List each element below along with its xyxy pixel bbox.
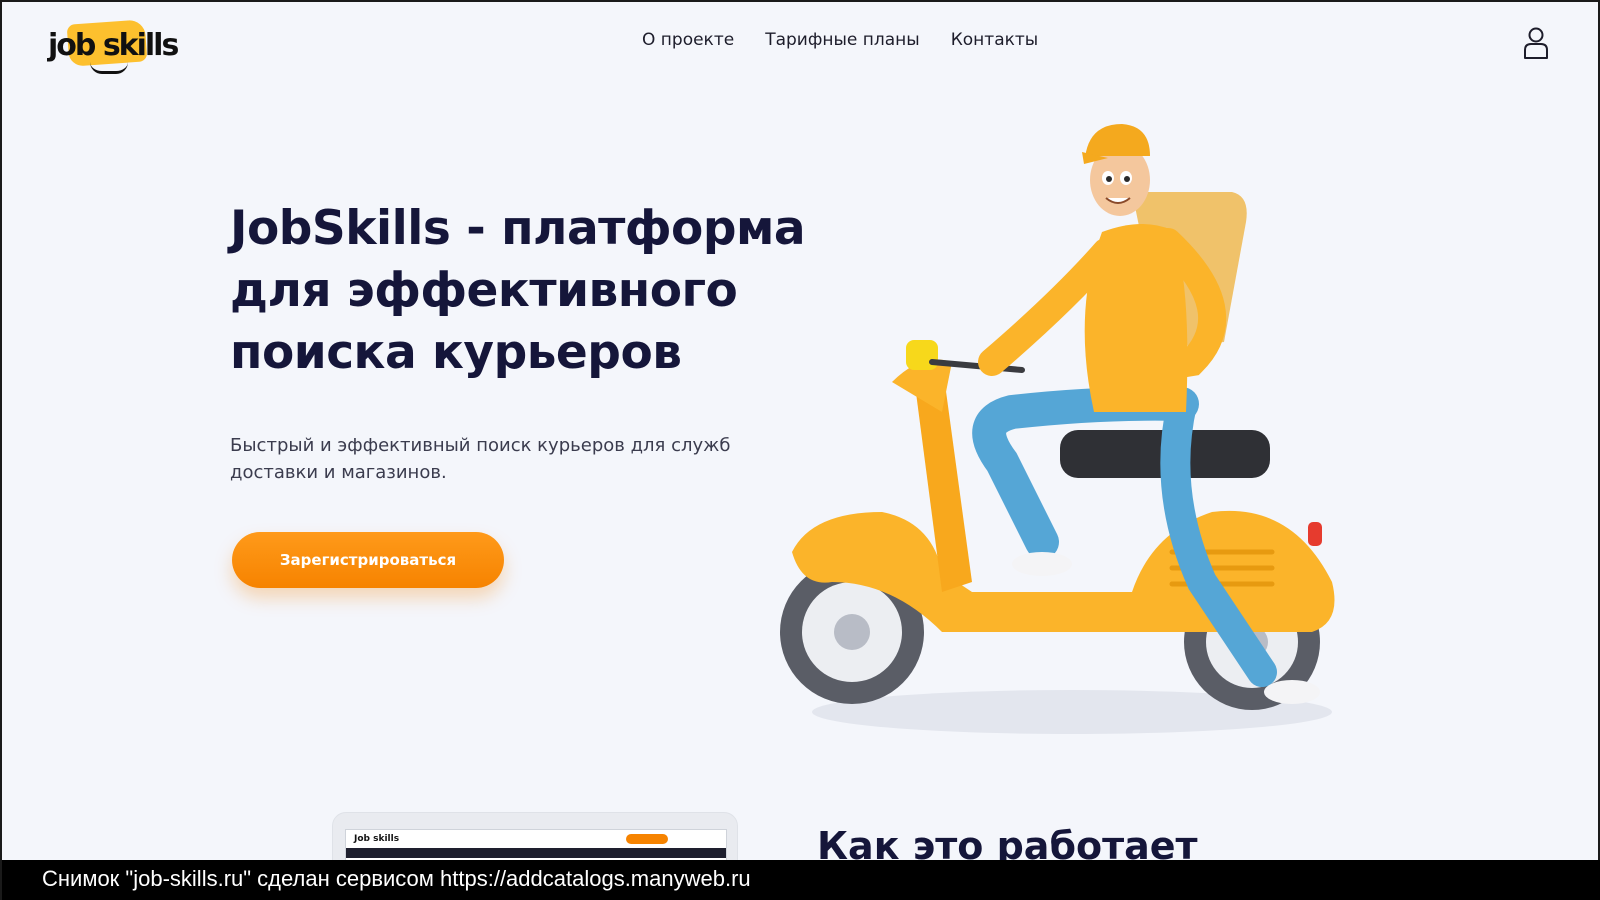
user-icon[interactable] xyxy=(1522,26,1550,60)
hero-subtitle: Быстрый и эффективный поиск курьеров для… xyxy=(230,435,731,483)
jobskills-logo[interactable]: job skills xyxy=(46,14,186,74)
mockup-nav-bar xyxy=(346,848,726,858)
nav-item-about[interactable]: О проекте xyxy=(642,30,734,50)
nav-item-contacts[interactable]: Контакты xyxy=(951,30,1039,50)
courier-scooter-illustration xyxy=(780,124,1335,734)
main-nav: О проекте Тарифные планы Контакты xyxy=(642,30,1038,50)
logo-text: job skills xyxy=(48,28,179,63)
hero-title: JobSkills - платформа для эффективного п… xyxy=(230,201,806,380)
screenshot-caption-bar: Снимок "job-skills.ru" сделан сервисом h… xyxy=(2,860,1600,900)
screenshot-caption: Снимок "job-skills.ru" сделан сервисом h… xyxy=(42,866,751,891)
mockup-button xyxy=(626,834,668,844)
logo-smile-icon xyxy=(90,62,128,74)
register-button[interactable]: Зарегистрироваться xyxy=(232,532,504,588)
site-header: job skills О проекте Тарифные планы Конт… xyxy=(2,2,1598,86)
mockup-logo: Job skills xyxy=(354,834,400,846)
nav-item-pricing[interactable]: Тарифные планы xyxy=(765,30,920,50)
